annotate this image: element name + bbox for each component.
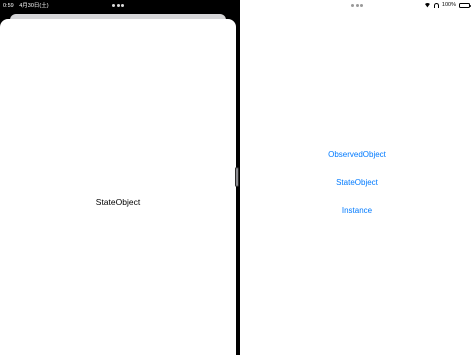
sheet-title: StateObject	[95, 197, 141, 207]
multitasking-menu-icon[interactable]	[351, 4, 363, 7]
observed-object-button[interactable]: ObservedObject	[240, 150, 474, 159]
headphones-icon	[433, 2, 439, 8]
state-object-button[interactable]: StateObject	[240, 178, 474, 187]
status-bar-left: 0:59 4月30日(土)	[3, 1, 53, 9]
battery-percent: 100%	[441, 2, 456, 8]
status-date: 4月30日(土)	[19, 3, 49, 9]
instance-button[interactable]: Instance	[240, 206, 474, 215]
right-split-pane: 100% ObservedObject StateObject Instance	[240, 0, 474, 355]
status-bar-right: 100%	[424, 1, 471, 9]
status-time: 0:59	[3, 3, 14, 9]
battery-icon	[459, 2, 471, 8]
modal-sheet: StateObject	[0, 19, 236, 355]
split-view-drag-handle[interactable]	[235, 167, 239, 187]
wifi-icon	[424, 3, 431, 8]
multitasking-menu-icon[interactable]	[112, 4, 124, 7]
left-split-pane: 0:59 4月30日(土) StateObject	[0, 0, 236, 355]
